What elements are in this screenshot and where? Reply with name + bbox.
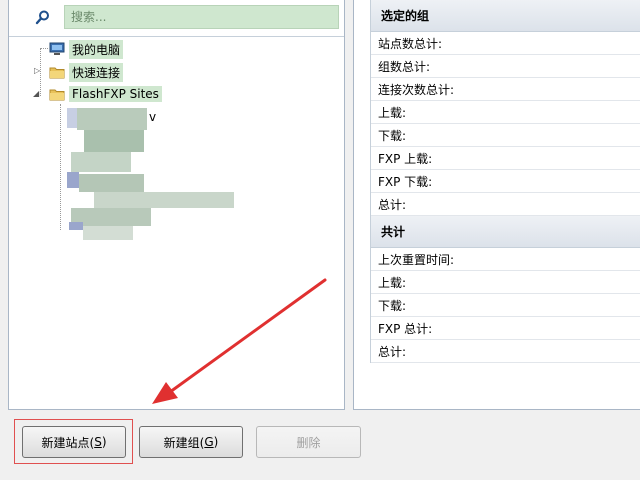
- selected-group-header: 选定的组: [371, 0, 640, 32]
- folder-icon: [49, 67, 65, 79]
- statistics-panel: 选定的组 站点数总计: 组数总计: 连接次数总计: 上载: 下载: FXP 上载…: [353, 0, 640, 410]
- stat-row: 连接次数总计:: [371, 78, 640, 101]
- stat-row: 上次重置时间:: [371, 248, 640, 271]
- folder-icon: [49, 89, 65, 101]
- new-group-label: 新建组(: [163, 435, 205, 450]
- site-tree: 我的电脑 ▷ 快速连接 ◢ FlashFXP Sites v: [9, 36, 344, 410]
- statistics-table: 选定的组 站点数总计: 组数总计: 连接次数总计: 上载: 下载: FXP 上载…: [370, 0, 640, 363]
- stat-row: 下载:: [371, 124, 640, 147]
- tree-item-label: FlashFXP Sites: [69, 86, 162, 102]
- delete-button[interactable]: 删除: [256, 426, 361, 458]
- new-site-label: 新建站点(: [41, 435, 95, 450]
- collapse-arrow-icon[interactable]: ◢: [33, 89, 39, 98]
- tree-item-flashfxp-sites[interactable]: FlashFXP Sites: [49, 84, 162, 104]
- tree-item-my-computer[interactable]: 我的电脑: [49, 39, 124, 59]
- search-icon[interactable]: [35, 9, 51, 25]
- stat-row: 上载:: [371, 101, 640, 124]
- delete-label: 删除: [296, 435, 321, 450]
- expand-arrow-icon[interactable]: ▷: [34, 66, 40, 75]
- new-group-label-end: ): [213, 435, 219, 449]
- tree-connector: [60, 104, 61, 230]
- new-site-button[interactable]: 新建站点(S): [22, 426, 126, 458]
- stat-row: FXP 总计:: [371, 317, 640, 340]
- stat-row: 组数总计:: [371, 55, 640, 78]
- new-group-accesskey: G: [204, 435, 214, 449]
- tree-item-label: 快速连接: [69, 62, 124, 82]
- stat-row: 站点数总计:: [371, 32, 640, 55]
- search-bar: [9, 0, 344, 37]
- stat-row: 总计:: [371, 340, 640, 363]
- stat-row: FXP 上载:: [371, 147, 640, 170]
- stat-row: 总计:: [371, 193, 640, 216]
- stat-row: 上载:: [371, 271, 640, 294]
- partial-site-label: v: [149, 110, 157, 124]
- stat-row: FXP 下载:: [371, 170, 640, 193]
- new-site-accesskey: S: [94, 435, 102, 449]
- stat-row: 下载:: [371, 294, 640, 317]
- tree-item-label: 我的电脑: [69, 39, 124, 59]
- computer-icon: [49, 42, 65, 55]
- new-group-button[interactable]: 新建组(G): [139, 426, 243, 458]
- tree-connector: [40, 48, 48, 49]
- site-tree-panel: 我的电脑 ▷ 快速连接 ◢ FlashFXP Sites: [8, 0, 345, 410]
- search-input[interactable]: [64, 5, 339, 29]
- total-header: 共计: [371, 216, 640, 248]
- tree-item-quick-connect[interactable]: 快速连接: [49, 62, 124, 82]
- new-site-label-end: ): [101, 435, 107, 449]
